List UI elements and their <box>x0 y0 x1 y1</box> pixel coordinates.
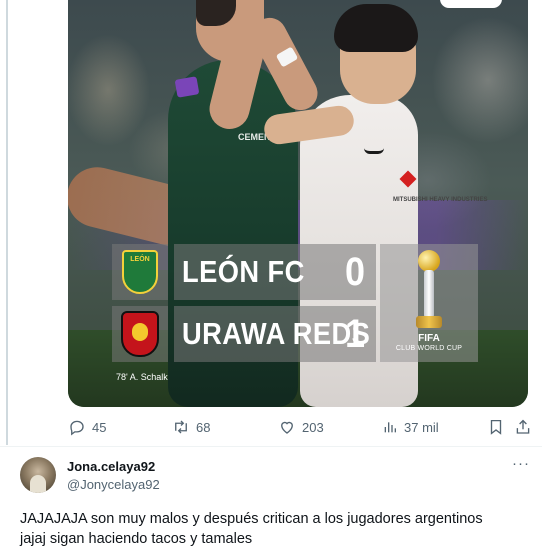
reply-display-name[interactable]: Jona.celaya92 <box>67 459 155 474</box>
share-button[interactable] <box>514 416 532 438</box>
reply-text: JAJAJAJA son muy malos y después critica… <box>20 509 530 549</box>
home-score-cell: 0 <box>336 244 374 300</box>
tweet-media-image[interactable]: CEMENTOS FORTALEZA MITSUBISHI HEAVY INDU… <box>68 0 528 407</box>
urawa-crest <box>112 306 168 362</box>
urawa-player-hair <box>334 4 418 52</box>
like-count: 203 <box>302 419 324 435</box>
home-team-score: 0 <box>344 250 366 294</box>
sleeve-patch-badge <box>174 76 200 98</box>
reply-text-line: JAJAJAJA son muy malos y después critica… <box>20 511 483 527</box>
trophy-icon <box>416 250 442 332</box>
heart-icon <box>281 421 293 434</box>
reply-handle[interactable]: @Jonycelaya92 <box>67 477 160 492</box>
tournament-name: CLUB WORLD CUP <box>395 345 463 352</box>
tweet-divider <box>0 446 542 447</box>
reply-count: 45 <box>92 419 107 435</box>
broadcaster-logo <box>440 0 502 8</box>
leon-crest: LEÓN <box>112 244 168 300</box>
tweet-action-bar: 45 68 203 37 mil <box>68 416 532 438</box>
reply-icon <box>70 420 84 436</box>
repost-icon <box>175 420 187 434</box>
share-icon <box>516 419 530 434</box>
jersey-sponsor-urawa: MITSUBISHI HEAVY INDUSTRIES <box>393 197 488 203</box>
more-icon[interactable]: ··· <box>511 456 531 474</box>
leon-crest-icon: LEÓN <box>122 250 158 294</box>
bookmark-icon <box>490 419 502 435</box>
repost-count: 68 <box>196 419 211 435</box>
urawa-crest-icon <box>121 311 159 357</box>
like-button[interactable]: 203 <box>278 416 324 438</box>
views-count: 37 mil <box>404 419 439 435</box>
fifa-wordmark: FIFA <box>418 333 440 344</box>
club-world-cup-panel: FIFA CLUB WORLD CUP <box>380 244 478 362</box>
repost-button[interactable]: 68 <box>172 416 210 438</box>
reply-button[interactable]: 45 <box>68 416 106 438</box>
views-button[interactable]: 37 mil <box>382 416 439 438</box>
thread-connector-line <box>6 0 8 445</box>
kit-maker-logo <box>364 148 384 154</box>
home-team-name: LEÓN FC <box>182 254 305 289</box>
avatar[interactable] <box>20 457 56 493</box>
away-score-cell: 1 <box>336 306 374 362</box>
bookmark-button[interactable] <box>487 416 505 438</box>
reply-text-line: jajaj sigan haciendo tacos y tamales <box>20 531 253 547</box>
goal-scorer-note: 78' A. Schalk <box>116 372 168 382</box>
away-team-score: 1 <box>344 312 366 356</box>
views-icon <box>384 422 396 433</box>
